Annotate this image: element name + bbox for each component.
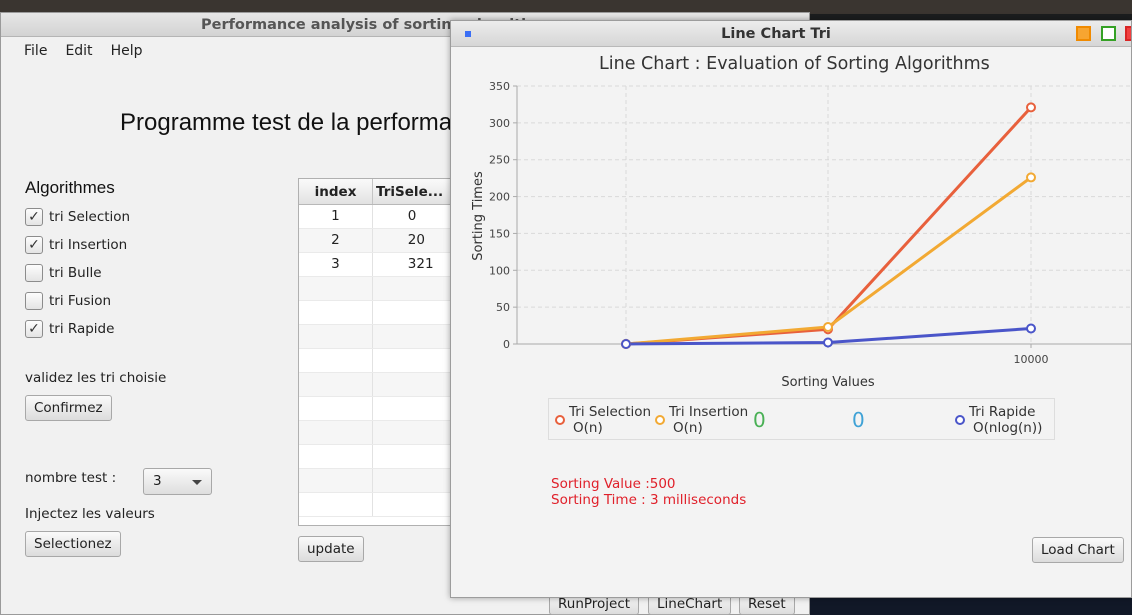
legend-marker-icon: [655, 415, 665, 425]
column-header-index[interactable]: index: [299, 179, 374, 204]
data-point: [1026, 102, 1036, 113]
chevron-down-icon: [192, 480, 202, 485]
menu-help[interactable]: Help: [111, 43, 143, 59]
legend-item-tri-insertion: Tri Insertion O(n): [669, 404, 748, 436]
legend-complexity: O(n): [573, 420, 603, 436]
table-row-empty: [299, 445, 457, 469]
data-point: [1026, 172, 1036, 183]
checkbox-label: tri Bulle: [49, 265, 102, 281]
sorting-time-text: Sorting Time : 3 milliseconds: [551, 492, 747, 508]
legend-marker-icon: [955, 415, 965, 425]
table-row[interactable]: 2 20: [299, 229, 457, 253]
legend-item-tri-rapide: Tri Rapide O(nlog(n)): [969, 404, 1042, 436]
checkbox-icon[interactable]: [25, 292, 43, 310]
checkbox-icon[interactable]: ✓: [25, 320, 43, 338]
legend-name: Tri Selection: [569, 404, 652, 420]
line-chart: 0 50 100 150 200 250 300 350 10000 Sorting Times…: [471, 80, 1131, 390]
legend-marker-icon: [555, 415, 565, 425]
checkbox-tri-insertion[interactable]: ✓ tri Insertion: [25, 236, 127, 254]
table-row-empty: [299, 469, 457, 493]
checkbox-tri-fusion[interactable]: tri Fusion: [25, 292, 111, 310]
test-count-select[interactable]: 3: [143, 468, 212, 495]
legend-complexity: O(n): [673, 420, 703, 436]
update-button[interactable]: update: [298, 536, 364, 562]
y-tick-label: 150: [489, 227, 510, 240]
data-point: [823, 337, 833, 348]
table-row-empty: [299, 493, 457, 517]
table-header: index TriSele...: [299, 179, 457, 205]
legend-name: Tri Insertion: [669, 404, 749, 420]
chart-grid: [517, 85, 1131, 344]
y-tick-label: 0: [503, 338, 510, 351]
data-point: [621, 339, 631, 349]
legend-item-zero-blue: 0: [852, 408, 865, 432]
table-row-empty: [299, 397, 457, 421]
table-cell: 321: [373, 253, 457, 276]
results-table: index TriSele... 10 2 20 3 321: [298, 178, 458, 526]
y-tick-label: 250: [489, 154, 510, 167]
y-tick-label: 300: [489, 117, 510, 130]
y-tick-label: 200: [489, 191, 510, 204]
chart-legend: Tri Selection O(n) Tri Insertion O(n) 0 …: [548, 398, 1055, 440]
test-count-label: nombre test :: [25, 470, 117, 486]
column-header-triselection[interactable]: TriSele...: [373, 179, 457, 204]
y-axis-label: Sorting Times: [471, 171, 486, 261]
test-count-value: 3: [153, 473, 162, 489]
table-cell: 3: [299, 253, 373, 276]
checkbox-icon[interactable]: [25, 264, 43, 282]
y-tick-label: 50: [496, 301, 510, 314]
table-row-empty: [299, 277, 457, 301]
table-cell: 1: [299, 205, 373, 228]
menu-file[interactable]: File: [24, 43, 47, 59]
table-row-empty: [299, 301, 457, 325]
x-axis-label: Sorting Values: [781, 375, 875, 390]
checkbox-icon[interactable]: ✓: [25, 208, 43, 226]
desktop-background: [805, 597, 1132, 615]
y-tick-label: 100: [489, 264, 510, 277]
legend-item-tri-selection: Tri Selection O(n): [569, 404, 651, 436]
select-button[interactable]: Selectionez: [25, 531, 121, 557]
checkbox-label: tri Selection: [49, 209, 131, 225]
legend-name: Tri Rapide: [969, 404, 1036, 420]
validate-label: validez les tri choisie: [25, 370, 167, 386]
table-row-empty: [299, 373, 457, 397]
data-point: [1026, 323, 1036, 334]
chart-window: Line Chart Tri Line Chart : Evaluation o…: [450, 20, 1132, 598]
table-cell: 20: [373, 229, 457, 252]
checkbox-label: tri Insertion: [49, 237, 128, 253]
legend-complexity: O(nlog(n)): [973, 420, 1043, 436]
table-row-empty: [299, 349, 457, 373]
table-body: 10 2 20 3 321: [299, 205, 457, 517]
checkbox-tri-bulle[interactable]: tri Bulle: [25, 264, 102, 282]
x-tick-label: 10000: [1014, 353, 1049, 366]
table-row-empty: [299, 421, 457, 445]
y-tick-label: 350: [489, 80, 510, 93]
table-row-empty: [299, 325, 457, 349]
checkbox-label: tri Rapide: [49, 321, 115, 337]
menu-edit[interactable]: Edit: [65, 43, 92, 59]
page-heading: Programme test de la performance: [120, 109, 491, 136]
checkbox-label: tri Fusion: [49, 293, 112, 309]
checkbox-icon[interactable]: ✓: [25, 236, 43, 254]
sorting-value-text: Sorting Value :500: [551, 476, 676, 492]
legend-item-zero-green: 0: [753, 408, 766, 432]
table-cell: 0: [373, 205, 457, 228]
table-row[interactable]: 10: [299, 205, 457, 229]
table-cell: 2: [299, 229, 373, 252]
checkbox-tri-selection[interactable]: ✓ tri Selection: [25, 208, 130, 226]
checkbox-tri-rapide[interactable]: ✓ tri Rapide: [25, 320, 114, 338]
load-chart-button[interactable]: Load Chart: [1032, 537, 1124, 563]
inject-label: Injectez les valeurs: [25, 506, 155, 522]
confirm-button[interactable]: Confirmez: [25, 395, 112, 421]
data-point: [823, 322, 833, 333]
table-row[interactable]: 3 321: [299, 253, 457, 277]
algorithms-label: Algorithmes: [25, 178, 115, 197]
